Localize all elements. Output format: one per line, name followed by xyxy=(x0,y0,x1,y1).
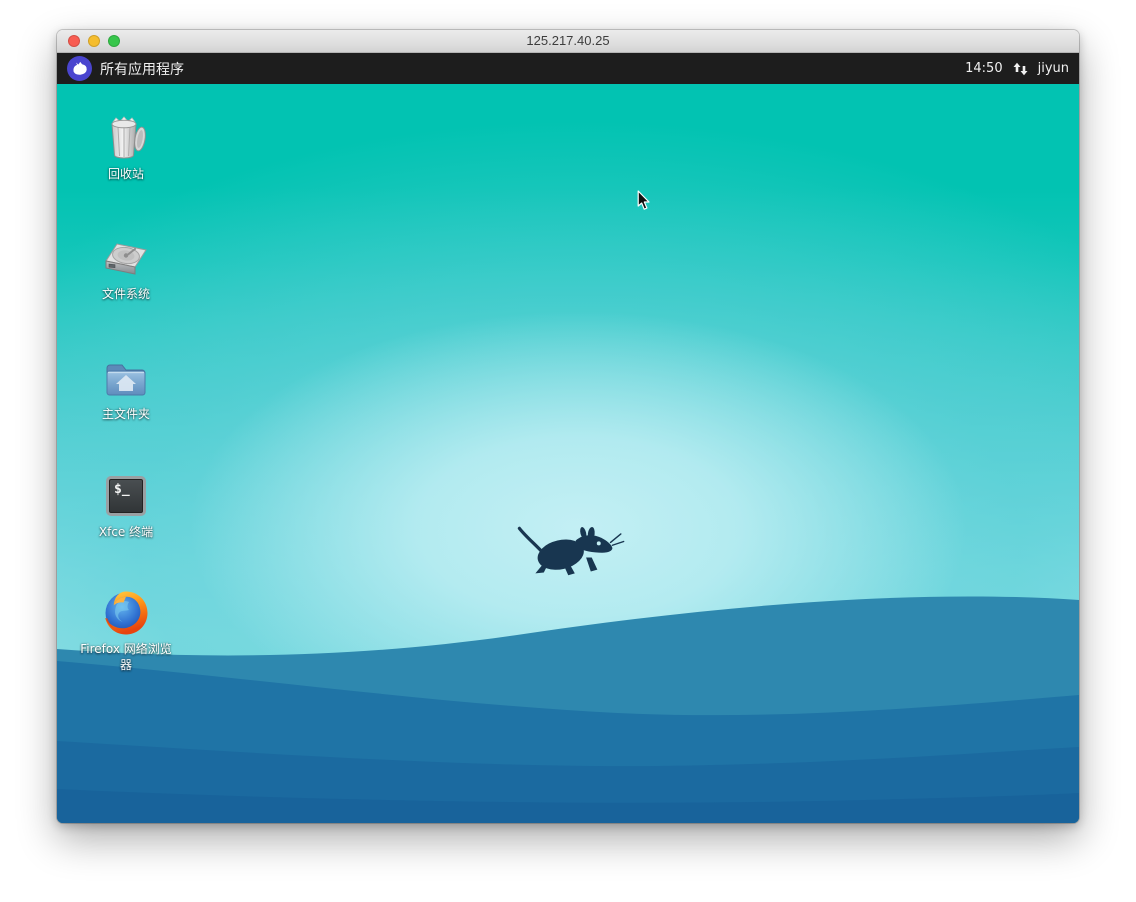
trash-can-icon xyxy=(102,114,150,162)
desktop-icon-home[interactable]: 主文件夹 xyxy=(78,354,174,422)
terminal-prompt-glyph: $_ xyxy=(106,476,146,516)
username-menu[interactable]: jiyun xyxy=(1038,61,1069,76)
icon-label: 回收站 xyxy=(108,166,144,182)
desktop-icon-terminal[interactable]: $_ Xfce 终端 xyxy=(78,472,174,540)
applications-menu-label: 所有应用程序 xyxy=(100,59,184,79)
clock[interactable]: 14:50 xyxy=(965,61,1002,76)
titlebar[interactable]: 125.217.40.25 xyxy=(57,30,1079,53)
applications-menu-button[interactable]: 所有应用程序 xyxy=(67,56,184,81)
xfce-mouse-logo xyxy=(515,518,629,580)
desktop[interactable]: 回收站 文件系统 xyxy=(57,84,1079,823)
desktop-icon-filesystem[interactable]: 文件系统 xyxy=(78,234,174,302)
icon-label: Firefox 网络浏览器 xyxy=(78,641,174,673)
xfce-logo-icon xyxy=(67,56,92,81)
firefox-icon xyxy=(102,589,150,637)
wallpaper-waves xyxy=(57,583,1079,823)
xfce-panel: 所有应用程序 14:50 jiyun xyxy=(57,53,1079,84)
icon-label: Xfce 终端 xyxy=(99,524,153,540)
network-arrows-icon[interactable] xyxy=(1012,61,1029,77)
remote-desktop-window: 125.217.40.25 所有应用程序 14:50 jiyun xyxy=(57,30,1079,823)
hard-disk-icon xyxy=(102,234,150,282)
desktop-icon-firefox[interactable]: Firefox 网络浏览器 xyxy=(78,589,174,673)
terminal-icon: $_ xyxy=(102,472,150,520)
panel-right: 14:50 jiyun xyxy=(965,61,1069,77)
desktop-icon-trash[interactable]: 回收站 xyxy=(78,114,174,182)
icon-label: 主文件夹 xyxy=(102,406,150,422)
mouse-cursor xyxy=(637,190,650,211)
icon-label: 文件系统 xyxy=(102,286,150,302)
window-title: 125.217.40.25 xyxy=(57,30,1079,52)
home-folder-icon xyxy=(102,354,150,402)
